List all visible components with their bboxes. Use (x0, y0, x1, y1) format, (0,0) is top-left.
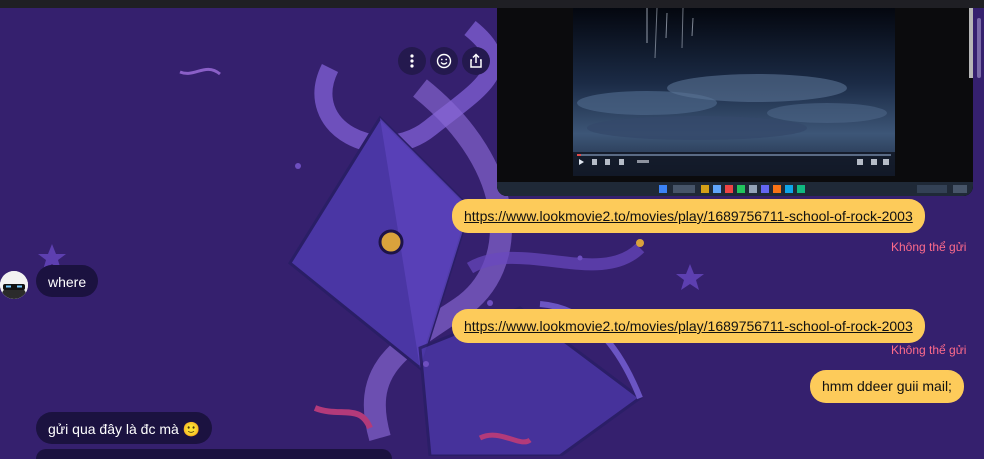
message-link[interactable]: https://www.lookmovie2.to/movies/play/16… (464, 208, 913, 224)
more-options-button[interactable] (398, 47, 426, 75)
message-incoming[interactable]: gửi qua đây là đc mà 🙂 (36, 412, 213, 444)
message-incoming[interactable]: where (36, 265, 99, 297)
emoji-icon (436, 53, 452, 69)
shared-screenshot-image[interactable] (497, 8, 973, 196)
message-status-failed[interactable]: Không thể gửi (891, 240, 966, 254)
message-hover-actions (398, 47, 490, 75)
share-button[interactable] (462, 47, 490, 75)
chat-scrollbar[interactable] (972, 8, 984, 456)
message-outgoing[interactable]: hmm ddeer guii mail; (810, 370, 964, 403)
message-text: where (48, 274, 87, 290)
react-button[interactable] (430, 47, 458, 75)
message-text: gửi qua đây là đc mà 🙂 (48, 421, 201, 437)
window-top-bar (0, 0, 984, 8)
user-avatar-image (0, 271, 28, 299)
message-outgoing-link[interactable]: https://www.lookmovie2.to/movies/play/16… (452, 199, 925, 233)
message-link[interactable]: https://www.lookmovie2.to/movies/play/16… (464, 318, 913, 334)
screenshot-thumbnail (497, 8, 973, 196)
message-text: hmm ddeer guii mail; (822, 378, 952, 394)
avatar[interactable] (0, 271, 28, 299)
scrollbar-thumb[interactable] (977, 18, 981, 78)
share-icon (470, 53, 482, 68)
more-icon (410, 54, 414, 68)
message-status-failed[interactable]: Không thể gửi (891, 343, 966, 357)
message-incoming-partial[interactable] (36, 449, 392, 459)
message-outgoing-link[interactable]: https://www.lookmovie2.to/movies/play/16… (452, 309, 925, 343)
